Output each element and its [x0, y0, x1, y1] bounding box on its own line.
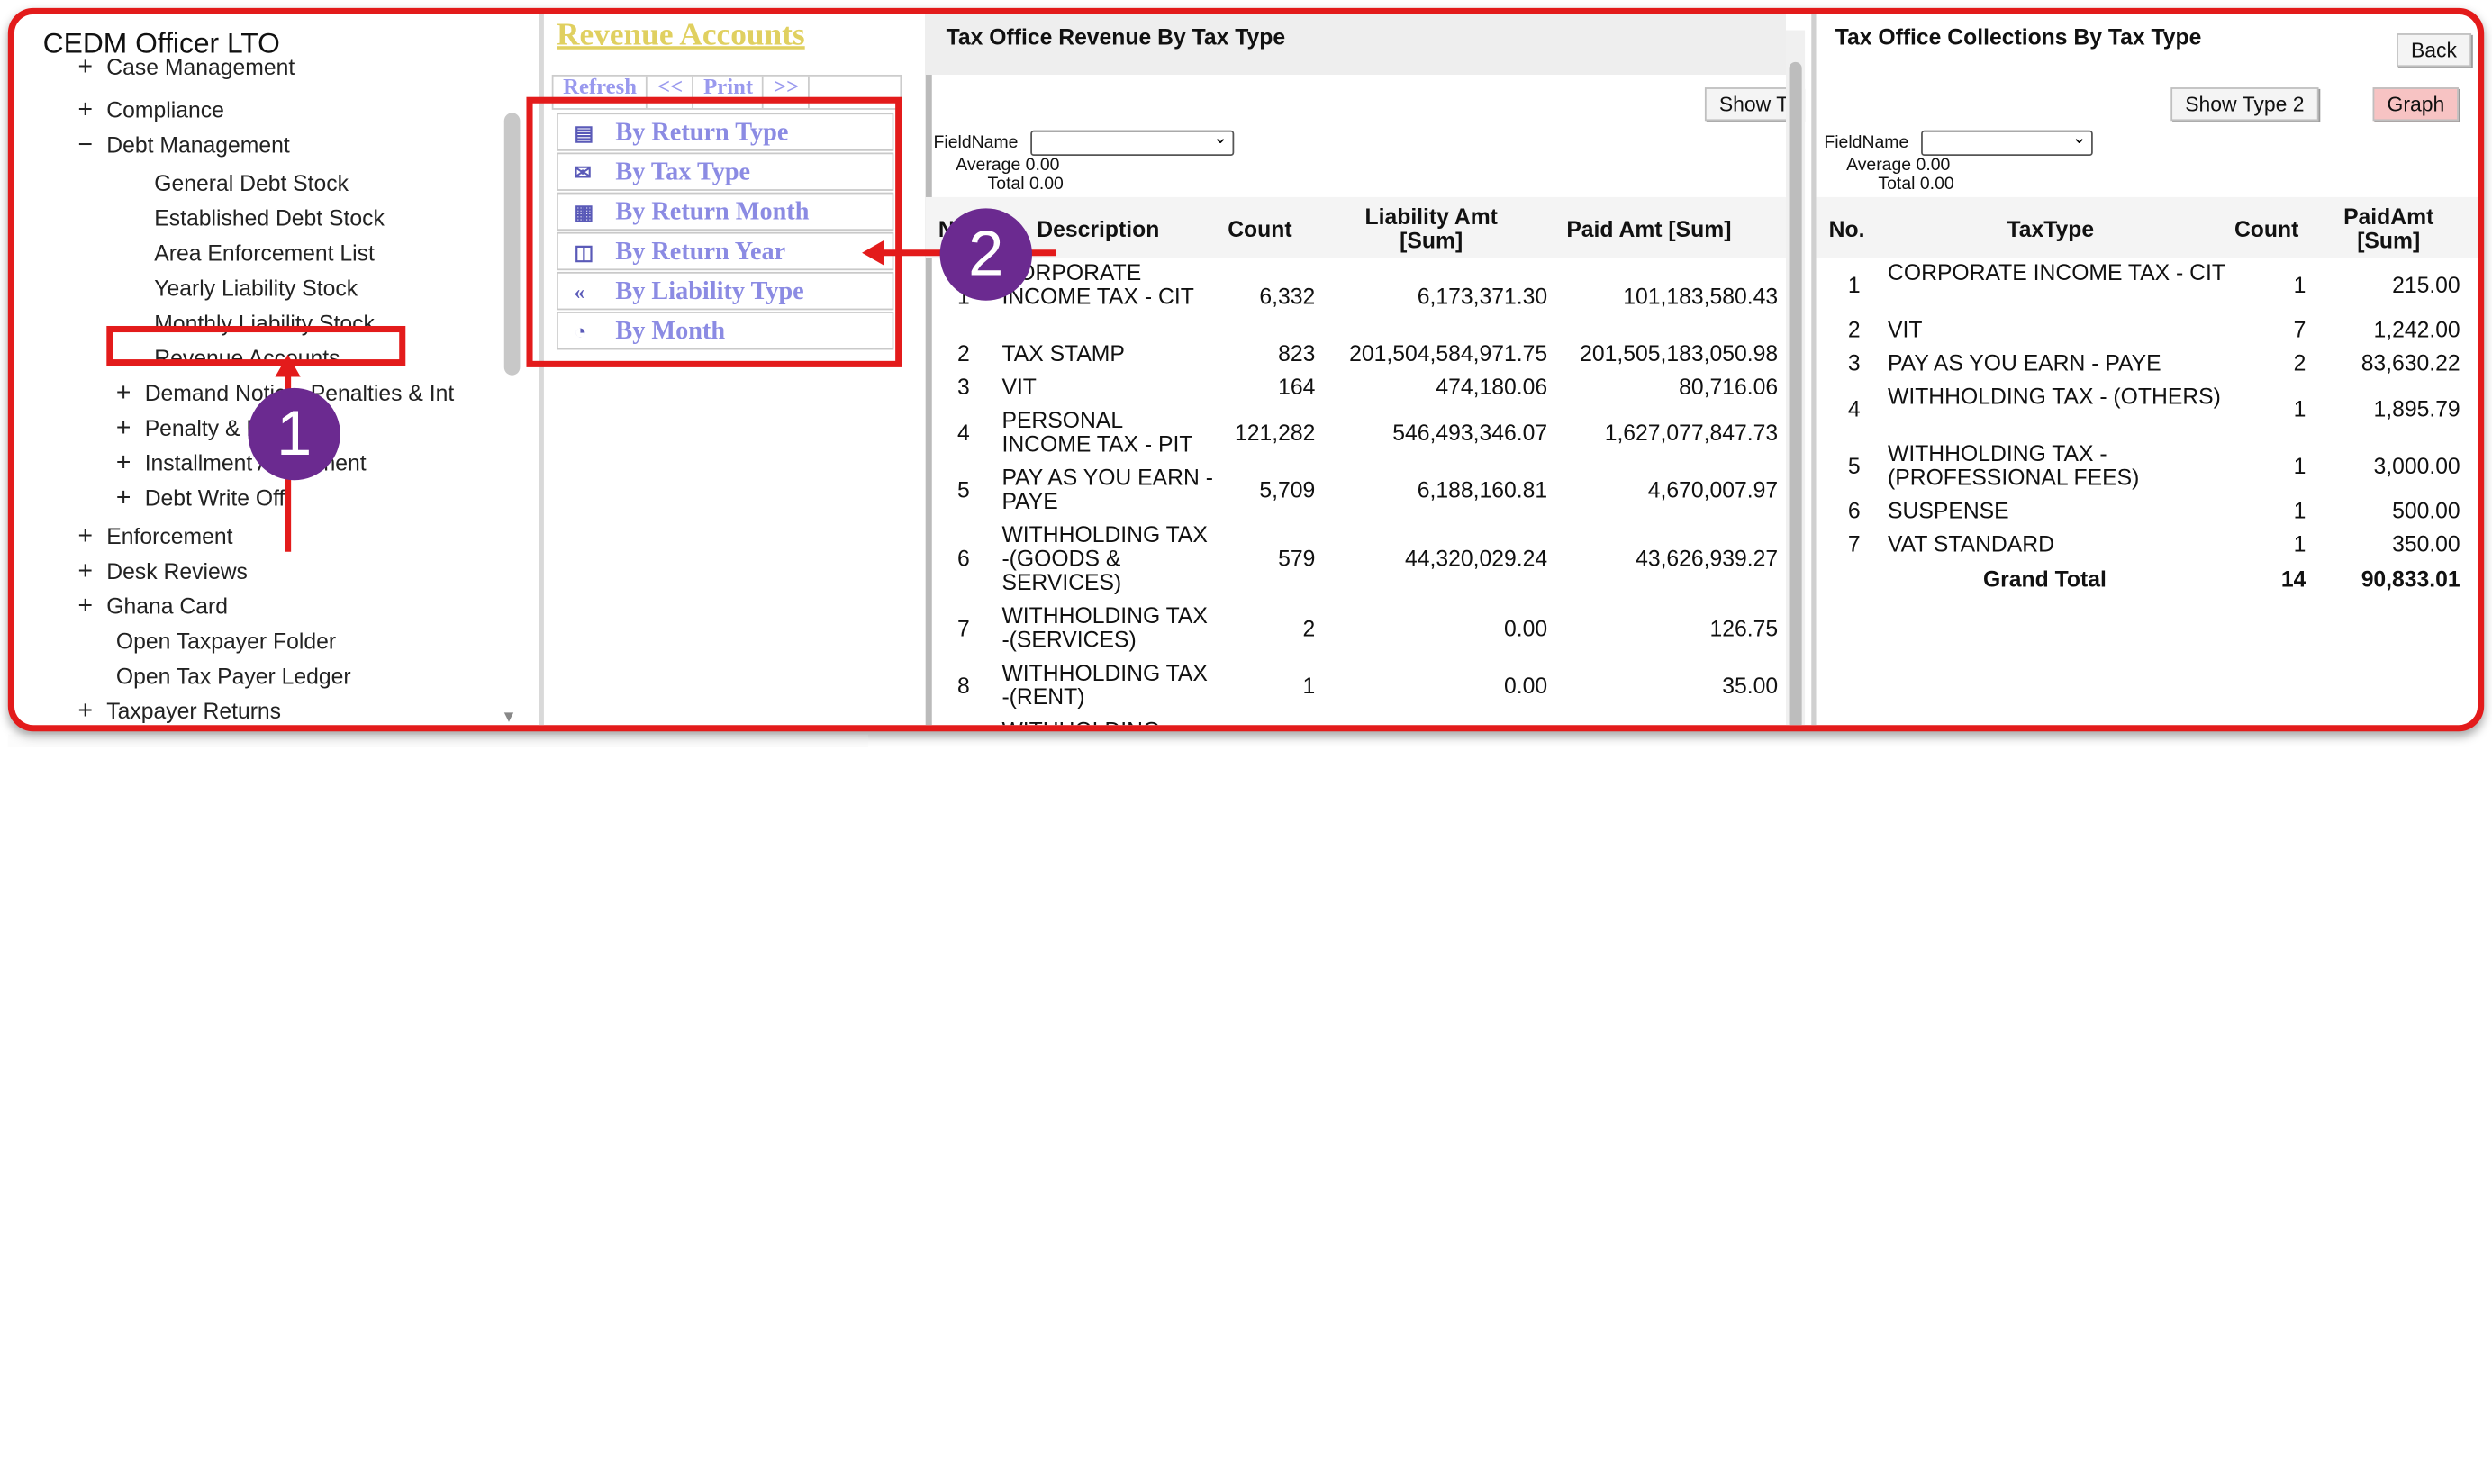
arrowhead-1	[275, 354, 301, 377]
stage: CEDM Officer LTO + Case Management + Compli…	[0, 0, 2492, 1483]
reflection: CEDM Officer LTO +Case Management+Compli…	[7, 734, 2484, 957]
arrowhead-2	[862, 240, 884, 266]
step-1-badge: 1	[248, 387, 340, 481]
annotation-arrows	[275, 240, 1056, 552]
step-2-badge: 2	[939, 208, 1033, 301]
app-window: CEDM Officer LTO + Case Management + Compli…	[7, 7, 2485, 732]
reflection-copy	[8, 735, 2484, 747]
